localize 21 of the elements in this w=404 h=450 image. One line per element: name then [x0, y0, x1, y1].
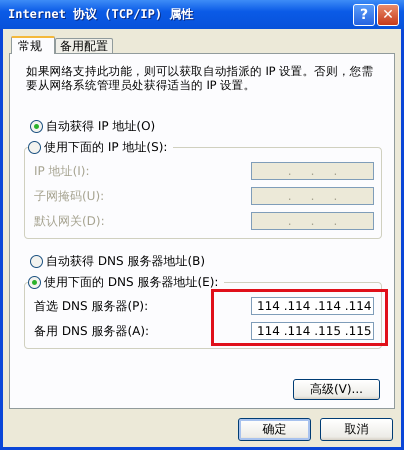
ip-address-field[interactable]: 114 .114 .114 .114 — [251, 297, 374, 315]
radio-button[interactable] — [28, 141, 41, 154]
advanced-button[interactable]: 高级(V)... — [293, 379, 380, 400]
ip-address-field[interactable]: 114 .114 .115 .115 — [251, 322, 374, 340]
radio-button[interactable] — [28, 276, 41, 289]
field-label: 备用 DNS 服务器(A): — [34, 322, 150, 340]
intro-text: 如果网络支持此功能，则可以获取自动指派的 IP 设置。否则，您需要从网络系统管理员处获得适当的 IP 设置。 — [26, 64, 374, 92]
radio-label[interactable]: 自动获得 DNS 服务器地址(B) — [46, 253, 206, 270]
ok-button[interactable]: 确定 — [238, 418, 311, 441]
tab[interactable]: 常规 — [11, 36, 55, 54]
field-label: 首选 DNS 服务器(P): — [34, 298, 148, 314]
window-title: Internet 协议 (TCP/IP) 属性 — [8, 6, 194, 23]
radio-button[interactable] — [30, 120, 43, 133]
cancel-button[interactable]: 取消 — [320, 418, 393, 441]
radio-label[interactable]: 自动获得 IP 地址(O) — [46, 118, 156, 135]
radio-button[interactable] — [30, 255, 43, 268]
field-label: 子网掩码(U): — [34, 188, 104, 204]
close-button[interactable]: ✕ — [377, 4, 399, 26]
field-label: IP 地址(I): — [34, 162, 90, 180]
tab[interactable]: 备用配置 — [55, 38, 113, 53]
field-label: 默认网关(D): — [34, 212, 105, 230]
